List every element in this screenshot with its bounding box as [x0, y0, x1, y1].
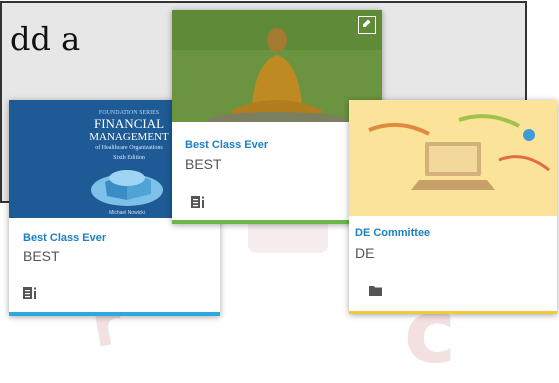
course-cover-image [349, 100, 557, 216]
course-code: DE [355, 245, 375, 261]
edit-icon[interactable] [358, 16, 376, 34]
svg-text:Sixth Edition: Sixth Edition [113, 155, 145, 161]
card-accent-bar [349, 311, 557, 314]
course-code: BEST [23, 248, 60, 264]
course-card[interactable]: DE Committee DE [349, 100, 557, 314]
svg-text:Michael Nowicki: Michael Nowicki [109, 210, 145, 216]
svg-text:MANAGEMENT: MANAGEMENT [89, 131, 169, 143]
folder-icon[interactable] [369, 284, 383, 302]
document-list-icon[interactable] [23, 287, 39, 306]
instruction-text: dd a [10, 20, 81, 58]
course-title[interactable]: DE Committee [355, 227, 430, 239]
course-title[interactable]: Best Class Ever [185, 139, 268, 151]
course-title[interactable]: Best Class Ever [23, 232, 106, 244]
card-accent-bar [9, 312, 220, 316]
svg-text:of Healthcare Organizations: of Healthcare Organizations [95, 144, 163, 151]
svg-text:FINANCIAL: FINANCIAL [94, 116, 164, 131]
document-list-icon[interactable] [191, 196, 207, 215]
course-code: BEST [185, 156, 222, 172]
